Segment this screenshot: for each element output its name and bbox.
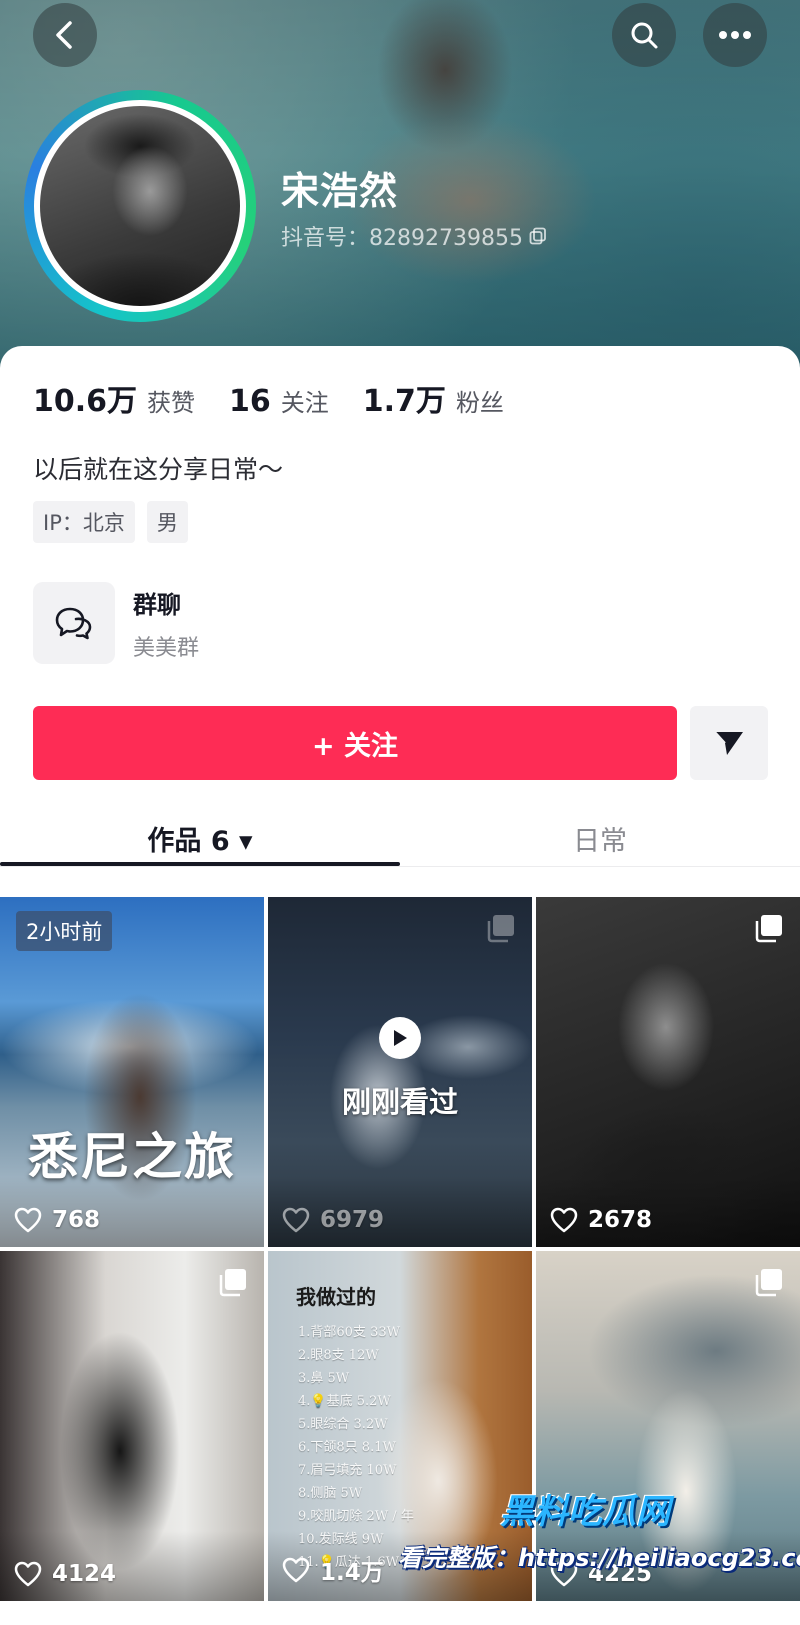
multi-image-icon <box>755 915 782 943</box>
paper-plane-icon <box>714 731 743 755</box>
search-button[interactable] <box>612 3 676 67</box>
video-list-title: 我做过的 <box>296 1285 376 1309</box>
like-count-value: 2678 <box>588 1207 653 1233</box>
follow-button-label: + 关注 <box>311 730 399 762</box>
recently-watched-label: 刚刚看过 <box>341 1085 458 1119</box>
like-count: 4124 <box>14 1561 116 1587</box>
gender-tag: 男 <box>146 501 188 543</box>
like-count-value: 6979 <box>320 1207 385 1233</box>
back-button[interactable] <box>33 3 97 67</box>
video-list-line: 8.侧脑 5W <box>298 1486 363 1501</box>
following-count: 16 <box>229 384 271 419</box>
profile-tags: IP：北京 男 <box>33 501 188 543</box>
group-chat-entry[interactable]: 群聊 美美群 <box>33 582 199 664</box>
video-list-line: 6.下颌8只 8.1W <box>298 1440 396 1455</box>
video-tile[interactable]: 4124 <box>0 1251 264 1601</box>
followers-count: 1.7万 <box>362 384 446 419</box>
douyin-id-text: 抖音号：82892739855 <box>281 226 523 251</box>
like-count-value: 4124 <box>52 1561 117 1587</box>
multi-image-icon <box>755 1269 782 1297</box>
avatar-image <box>40 106 240 306</box>
followers-label: 粉丝 <box>455 389 504 417</box>
watermark-logo: 黑料吃瓜网 <box>500 1492 670 1532</box>
video-list-line: 3.鼻 5W <box>298 1371 350 1386</box>
ip-location-tag: IP：北京 <box>33 501 135 543</box>
video-tile[interactable]: 2678 <box>536 897 800 1247</box>
search-icon <box>631 22 658 49</box>
likes-label: 获赞 <box>147 389 196 417</box>
video-list-line: 9.咬肌切除 2W / 年 <box>298 1509 414 1524</box>
video-list-line: 4.💡基底 5.2W <box>298 1394 391 1409</box>
group-chat-icon-box <box>33 582 115 664</box>
watermark-url: 看完整版：https://heiliaocg23.com <box>398 1544 800 1572</box>
heart-icon <box>282 1207 310 1233</box>
following-label: 关注 <box>280 389 329 417</box>
video-list-line: 7.眉弓填充 10W <box>298 1463 397 1478</box>
video-tile[interactable]: 2小时前 悉尼之旅 768 <box>0 897 264 1247</box>
display-name: 宋浩然 <box>281 169 399 213</box>
follow-button[interactable]: + 关注 <box>33 706 677 780</box>
group-chat-title: 群聊 <box>133 590 181 619</box>
like-count: 1.4万 <box>282 1553 384 1587</box>
following-stat[interactable]: 16 关注 <box>229 383 329 419</box>
video-list-line: 5.眼综合 3.2W <box>298 1417 388 1432</box>
followers-stat[interactable]: 1.7万 粉丝 <box>363 376 504 420</box>
heart-icon <box>550 1207 578 1233</box>
tab-divider <box>0 866 800 867</box>
like-count: 768 <box>14 1207 100 1233</box>
chevron-left-icon <box>56 21 72 49</box>
bio-text: 以后就在这分享日常～ <box>33 455 284 484</box>
heart-icon <box>282 1557 310 1583</box>
multi-image-icon <box>487 915 514 943</box>
share-button[interactable] <box>690 706 768 780</box>
more-dots-icon <box>719 31 751 39</box>
play-icon <box>379 1017 421 1059</box>
video-list-line: 1.背部60支 33W <box>298 1325 400 1340</box>
video-list-line: 2.眼8支 12W <box>298 1348 379 1363</box>
like-count-value: 1.4万 <box>320 1560 384 1586</box>
copy-icon[interactable] <box>529 227 547 245</box>
more-button[interactable] <box>703 3 767 67</box>
like-count: 6979 <box>282 1207 384 1233</box>
video-caption: 悉尼之旅 <box>28 1127 236 1186</box>
group-chat-name: 美美群 <box>133 635 200 661</box>
video-list-lines: 1.背部60支 33W 2.眼8支 12W 3.鼻 5W 4.💡基底 5.2W … <box>298 1321 438 1574</box>
post-time-badge: 2小时前 <box>16 911 113 951</box>
likes-stat[interactable]: 10.6万 获赞 <box>33 376 195 420</box>
profile-stats: 10.6万 获赞 16 关注 1.7万 粉丝 <box>33 376 538 420</box>
chat-bubbles-icon <box>55 607 92 640</box>
likes-count: 10.6万 <box>33 384 138 419</box>
avatar[interactable] <box>24 90 256 322</box>
like-count-value: 768 <box>52 1207 101 1233</box>
multi-image-icon <box>219 1269 246 1297</box>
heart-icon <box>14 1207 42 1233</box>
douyin-id[interactable]: 抖音号：82892739855 <box>281 220 547 252</box>
heart-icon <box>14 1561 42 1587</box>
video-tile[interactable]: 刚刚看过 6979 <box>268 897 532 1247</box>
like-count: 2678 <box>550 1207 652 1233</box>
